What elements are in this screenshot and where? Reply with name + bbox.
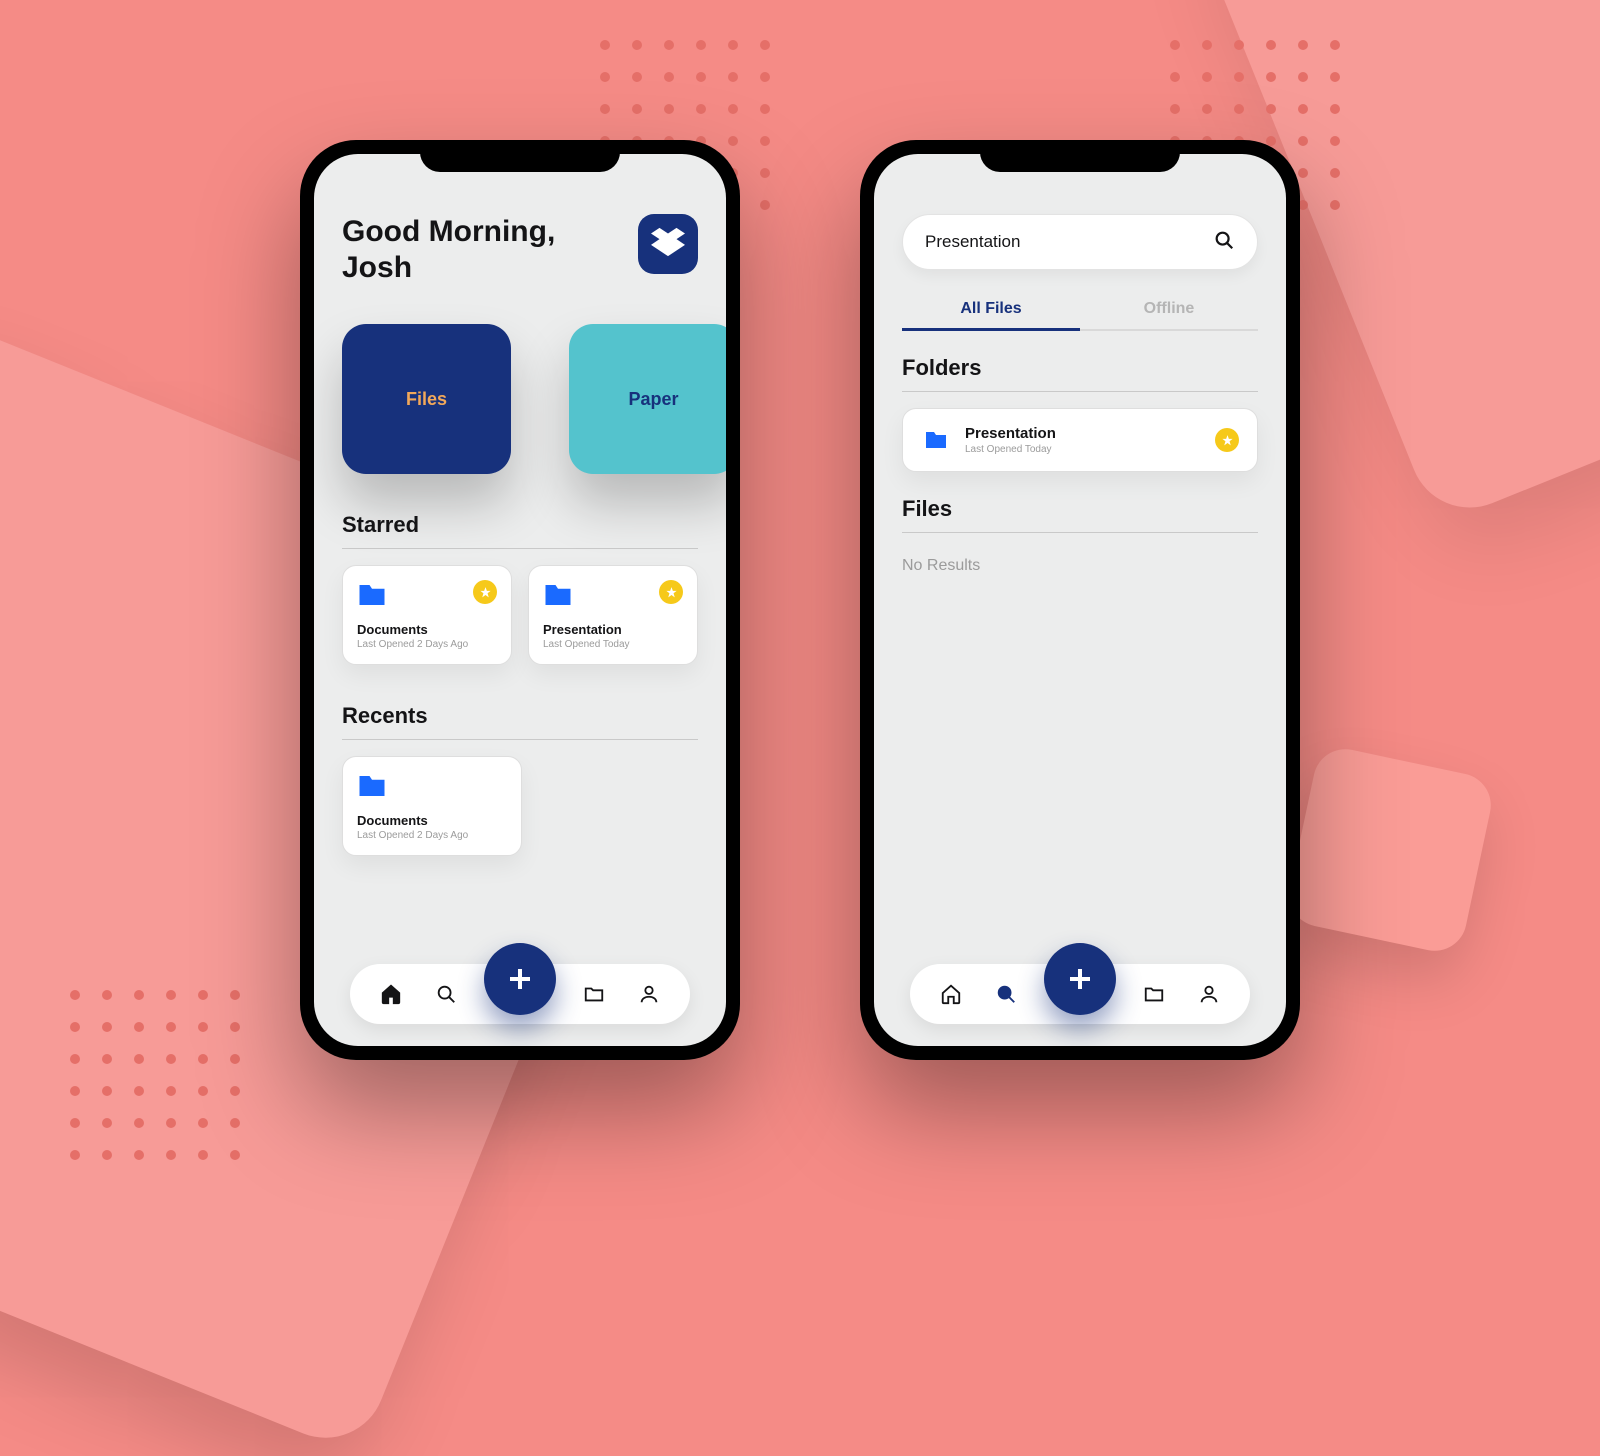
app-badge[interactable] — [638, 214, 698, 274]
star-icon — [659, 580, 683, 604]
nav-search[interactable] — [990, 978, 1022, 1010]
card-name: Presentation — [543, 622, 683, 637]
recent-card[interactable]: Documents Last Opened 2 Days Ago — [342, 756, 522, 856]
card-name: Documents — [357, 622, 497, 637]
tile-paper[interactable]: Paper — [569, 324, 726, 474]
dropbox-icon — [651, 225, 685, 264]
nav-folder[interactable] — [578, 978, 610, 1010]
starred-card[interactable]: Presentation Last Opened Today — [528, 565, 698, 665]
star-icon — [473, 580, 497, 604]
star-icon — [1215, 428, 1239, 452]
nav-profile[interactable] — [1193, 978, 1225, 1010]
folder-icon — [357, 771, 387, 795]
bottom-nav — [910, 964, 1250, 1024]
nav-home[interactable] — [375, 978, 407, 1010]
card-sub: Last Opened 2 Days Ago — [357, 830, 507, 841]
greeting-line2: Josh — [342, 251, 412, 284]
search-icon[interactable] — [1213, 229, 1235, 256]
greeting: Good Morning, Josh — [342, 214, 555, 286]
section-recents-title: Recents — [342, 703, 698, 740]
card-name: Documents — [357, 813, 507, 828]
nav-search[interactable] — [430, 978, 462, 1010]
fab-add[interactable] — [484, 943, 556, 1015]
tile-paper-label: Paper — [628, 389, 678, 410]
tab-all-files[interactable]: All Files — [902, 290, 1080, 331]
folder-icon — [921, 428, 951, 452]
phone-home: Good Morning, Josh Files Paper Starred — [300, 140, 740, 1060]
phone-notch — [420, 140, 620, 172]
folder-icon — [357, 580, 387, 604]
tile-files[interactable]: Files — [342, 324, 511, 474]
search-input[interactable] — [925, 232, 1213, 252]
section-files-title: Files — [902, 496, 1258, 533]
tile-files-label: Files — [406, 389, 447, 410]
folder-result[interactable]: Presentation Last Opened Today — [902, 408, 1258, 472]
card-sub: Last Opened 2 Days Ago — [357, 639, 497, 650]
section-folders-title: Folders — [902, 355, 1258, 392]
section-starred-title: Starred — [342, 512, 698, 549]
starred-card[interactable]: Documents Last Opened 2 Days Ago — [342, 565, 512, 665]
nav-profile[interactable] — [633, 978, 665, 1010]
card-sub: Last Opened Today — [543, 639, 683, 650]
fab-add[interactable] — [1044, 943, 1116, 1015]
result-sub: Last Opened Today — [965, 444, 1201, 455]
no-results: No Results — [902, 557, 1258, 575]
phone-notch — [980, 140, 1180, 172]
nav-folder[interactable] — [1138, 978, 1170, 1010]
search-bar[interactable] — [902, 214, 1258, 270]
tab-offline[interactable]: Offline — [1080, 290, 1258, 331]
result-name: Presentation — [965, 425, 1201, 442]
phone-search: All Files Offline Folders Presentation L… — [860, 140, 1300, 1060]
folder-icon — [543, 580, 573, 604]
greeting-line1: Good Morning, — [342, 215, 555, 248]
nav-home[interactable] — [935, 978, 967, 1010]
bottom-nav — [350, 964, 690, 1024]
